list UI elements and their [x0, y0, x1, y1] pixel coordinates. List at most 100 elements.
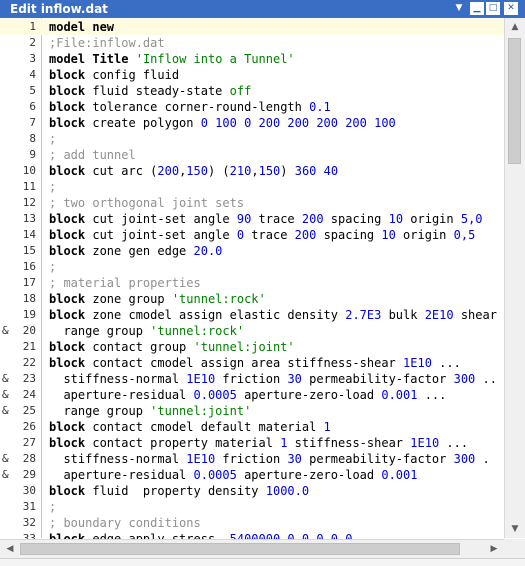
title-bar[interactable]: Edit inflow.dat ▼ ▁ □ ✕: [0, 0, 525, 18]
chevron-down-icon[interactable]: ▼: [452, 2, 466, 15]
code-line[interactable]: 11;: [0, 179, 504, 195]
code-token: contact group: [85, 340, 194, 354]
code-line[interactable]: 32 ; boundary conditions: [0, 515, 504, 531]
code-token: 'Inflow into a Tunnel': [135, 52, 295, 66]
code-token: range group: [49, 404, 151, 418]
code-line[interactable]: 13 block cut joint-set angle 90 trace 200…: [0, 211, 504, 227]
scroll-up-icon[interactable]: ▲: [507, 19, 523, 35]
maximize-icon[interactable]: □: [486, 2, 500, 15]
line-number: 30: [22, 484, 36, 497]
code-token: fluid property density: [85, 484, 266, 498]
code-line[interactable]: 21 block contact group 'tunnel:joint': [0, 339, 504, 355]
code-token: create polygon: [85, 116, 201, 130]
code-text: block contact cmodel assign area stiffne…: [49, 355, 461, 371]
code-line[interactable]: 1 model new: [0, 19, 504, 35]
code-line[interactable]: & 29 aperture-residual 0.0005 aperture-ze…: [0, 467, 504, 483]
code-line[interactable]: 30 block fluid property density 1000.0: [0, 483, 504, 499]
code-text: block contact property material 1 stiffn…: [49, 435, 468, 451]
code-line[interactable]: & 28 stiffness-normal 1E10 friction 30 pe…: [0, 451, 504, 467]
code-line[interactable]: 16;: [0, 259, 504, 275]
code-token: block: [49, 484, 86, 498]
code-token: 0.001: [381, 468, 418, 482]
line-number: 32: [22, 516, 36, 529]
code-line[interactable]: 19 block zone cmodel assign elastic densi…: [0, 307, 504, 323]
code-line[interactable]: 3 model Title 'Inflow into a Tunnel': [0, 51, 504, 67]
scroll-down-icon[interactable]: ▼: [507, 521, 523, 537]
code-token: permeability-factor: [301, 452, 454, 466]
code-token: 30: [287, 452, 302, 466]
code-line[interactable]: 2 ;File:inflow.dat: [0, 35, 504, 51]
code-text: block fluid steady-state off: [49, 83, 251, 99]
code-line[interactable]: 17 ; material properties: [0, 275, 504, 291]
horizontal-scroll-thumb[interactable]: [20, 543, 460, 555]
code-token: aperture-zero-load: [236, 388, 382, 402]
code-line[interactable]: 9 ; add tunnel: [0, 147, 504, 163]
line-number: 21: [22, 340, 36, 353]
code-line[interactable]: 15 block zone gen edge 20.0: [0, 243, 504, 259]
minimize-icon[interactable]: ▁: [470, 2, 484, 15]
code-line[interactable]: 12 ; two orthogonal joint sets: [0, 195, 504, 211]
code-token: 5,0: [460, 212, 483, 226]
code-token: block: [49, 244, 86, 258]
code-text: ;: [49, 179, 56, 195]
code-line[interactable]: 22 block contact cmodel assign area stiff…: [0, 355, 504, 371]
line-number: 18: [22, 292, 36, 305]
code-token: new: [92, 20, 115, 34]
code-token: ;: [49, 132, 57, 146]
code-token: friction: [215, 452, 288, 466]
code-line[interactable]: 31;: [0, 499, 504, 515]
code-editor[interactable]: 1 model new 2 ;File:inflow.dat 3 model Title …: [0, 19, 504, 539]
code-token: model: [49, 52, 86, 66]
code-text: ; material properties: [49, 275, 201, 291]
line-number: 26: [22, 420, 36, 433]
code-token: -5400000 0 0 0 0 0: [222, 532, 353, 539]
scroll-right-icon[interactable]: ▶: [486, 541, 502, 557]
code-token: ;: [49, 260, 57, 274]
code-line[interactable]: & 25 range group 'tunnel:joint': [0, 403, 504, 419]
code-line[interactable]: 26 block contact cmodel default material …: [0, 419, 504, 435]
line-number: 3: [29, 52, 36, 65]
code-line[interactable]: 18 block zone group 'tunnel:rock': [0, 291, 504, 307]
scroll-left-icon[interactable]: ◀: [2, 541, 18, 557]
code-line[interactable]: 8;: [0, 131, 504, 147]
code-line[interactable]: 33 block edge apply stress -5400000 0 0 0…: [0, 531, 504, 539]
code-line[interactable]: 10 block cut arc (200,150) (210,150) 360 …: [0, 163, 504, 179]
code-line[interactable]: 27 block contact property material 1 stif…: [0, 435, 504, 451]
code-token: block: [49, 420, 86, 434]
code-line[interactable]: 6 block tolerance corner-round-length 0.1: [0, 99, 504, 115]
code-token: 200: [157, 164, 180, 178]
code-token: bulk: [381, 308, 425, 322]
code-token: tolerance corner-round-length: [85, 100, 310, 114]
code-token: ;: [49, 180, 57, 194]
code-token: stiffness-normal: [49, 452, 187, 466]
line-number: 15: [22, 244, 36, 257]
code-text: block cut joint-set angle 0 trace 200 sp…: [49, 227, 475, 243]
vertical-scroll-thumb[interactable]: [508, 38, 521, 164]
code-token: 1E10: [186, 452, 216, 466]
code-text: ;: [49, 259, 56, 275]
code-line[interactable]: 4 block config fluid: [0, 67, 504, 83]
vertical-scrollbar[interactable]: ▲ ▼: [504, 18, 525, 538]
code-token: shear: [453, 308, 497, 322]
code-line[interactable]: 14 block cut joint-set angle 0 trace 200 …: [0, 227, 504, 243]
code-text: range group 'tunnel:joint': [49, 403, 251, 419]
code-token: 'tunnel:joint': [150, 404, 252, 418]
code-token: fluid steady-state: [85, 84, 230, 98]
code-text: block cut arc (200,150) (210,150) 360 40: [49, 163, 338, 179]
horizontal-scrollbar[interactable]: ◀ ▶: [0, 539, 504, 558]
code-token: block: [49, 164, 86, 178]
code-token: ...: [431, 356, 461, 370]
line-number: 7: [29, 116, 36, 129]
code-token: cut joint-set angle: [85, 212, 237, 226]
line-number: 17: [22, 276, 36, 289]
code-line[interactable]: 5 block fluid steady-state off: [0, 83, 504, 99]
code-line[interactable]: & 20 range group 'tunnel:rock': [0, 323, 504, 339]
code-line[interactable]: 7 block create polygon 0 100 0 200 200 20…: [0, 115, 504, 131]
code-line[interactable]: & 23 stiffness-normal 1E10 friction 30 pe…: [0, 371, 504, 387]
code-token: edge apply stress: [85, 532, 223, 539]
code-token: 0 100 0 200 200 200 200 100: [200, 116, 396, 130]
close-icon[interactable]: ✕: [504, 2, 518, 15]
code-line[interactable]: & 24 aperture-residual 0.0005 aperture-ze…: [0, 387, 504, 403]
line-number: 24: [22, 388, 36, 401]
